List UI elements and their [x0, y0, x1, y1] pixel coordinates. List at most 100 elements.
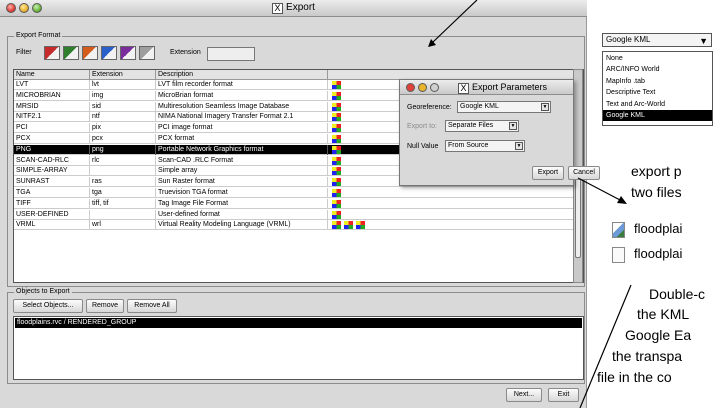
georeference-dropdown[interactable]: Google KML ▼ — [602, 33, 712, 47]
format-type-icon — [332, 178, 341, 187]
table-row[interactable]: USER-DEFINED User-defined format — [14, 209, 583, 220]
filter-swatch-icon[interactable] — [120, 46, 136, 60]
filter-swatch-icon[interactable] — [139, 46, 155, 60]
table-cell-ext: tga — [90, 188, 156, 198]
dropdown-option[interactable]: Google KML — [603, 110, 712, 121]
cancel-button[interactable]: Cancel — [568, 166, 600, 180]
format-type-icon — [344, 221, 353, 230]
table-cell-name: MICROBRIAN — [14, 90, 90, 101]
export-parameters-dialog: X Export Parameters Georeference: Google … — [399, 79, 600, 186]
table-row[interactable]: VRML wrl Virtual Reality Modeling Language… — [14, 220, 583, 231]
chevron-down-icon: ▼ — [515, 142, 523, 150]
format-type-icon — [332, 167, 341, 176]
scrollbar-thumb[interactable] — [575, 168, 581, 258]
table-row[interactable]: TIFF tiff, tif Tag Image File Format — [14, 198, 583, 209]
document-file-icon — [612, 247, 625, 263]
objects-list[interactable]: floodplains.rvc / RENDERED_GROUP — [13, 316, 584, 380]
dialog-minimize-button[interactable] — [418, 83, 427, 92]
window-title: X Export — [0, 2, 587, 14]
arrowhead-icon — [617, 196, 627, 204]
format-type-icon — [332, 221, 341, 230]
format-type-icon — [332, 189, 341, 197]
column-header-extension[interactable]: Extension — [90, 70, 156, 80]
table-cell-ext: lvt — [90, 80, 156, 90]
extension-input[interactable] — [207, 47, 255, 61]
select-objects-button[interactable]: Select Objects... — [13, 299, 83, 313]
column-header-name[interactable]: Name — [14, 70, 90, 80]
filter-swatch-icon[interactable] — [101, 46, 117, 60]
column-header-description[interactable]: Description — [156, 70, 328, 80]
table-cell-ext: wrl — [90, 220, 156, 231]
table-cell-name: TIFF — [14, 198, 90, 209]
table-cell-ext: pcx — [90, 134, 156, 144]
title-bar: X Export — [0, 0, 587, 17]
georeference-select[interactable]: Google KML ▼ — [457, 101, 551, 113]
annotation-text: two files — [631, 184, 682, 200]
table-cell-name: VRML — [14, 220, 90, 231]
table-cell-ext: sid — [90, 101, 156, 112]
annotation-text: export p — [631, 163, 682, 179]
dropdown-option[interactable]: Text and Arc-World — [603, 99, 712, 110]
dialog-title-bar: X Export Parameters — [400, 80, 573, 95]
table-cell-name: PCI — [14, 123, 90, 134]
format-type-icon — [332, 135, 341, 143]
format-type-icon — [332, 199, 341, 208]
format-type-icon — [332, 81, 341, 89]
objects-list-item[interactable]: floodplains.rvc / RENDERED_GROUP — [15, 318, 582, 328]
table-cell-desc: PCX format — [156, 134, 328, 144]
dropdown-option[interactable]: MapInfo .tab — [603, 76, 712, 87]
null-value-label: Null Value — [407, 143, 439, 150]
table-cell-ext: ras — [90, 177, 156, 188]
table-cell-name: PCX — [14, 134, 90, 144]
dialog-zoom-button[interactable] — [430, 83, 439, 92]
table-cell-ext — [90, 166, 156, 177]
table-cell-desc: Truevision TGA format — [156, 188, 328, 198]
table-row[interactable]: TGA tga Truevision TGA format — [14, 188, 583, 198]
table-cell-name: LVT — [14, 80, 90, 90]
export-to-select[interactable]: Separate Files ▼ — [445, 120, 519, 132]
table-cell-name: NITF2.1 — [14, 112, 90, 123]
dropdown-option[interactable]: ARC/INFO World — [603, 64, 712, 75]
filter-swatch-icon[interactable] — [63, 46, 79, 60]
table-cell-ext: png — [90, 144, 156, 155]
table-cell-ext: pix — [90, 123, 156, 134]
annotation-text: the KML — [637, 306, 690, 322]
pointer-arrow — [579, 284, 632, 408]
format-type-icon — [332, 145, 341, 154]
kml-file-icon — [612, 222, 625, 238]
export-button[interactable]: Export — [532, 166, 564, 180]
table-cell-desc: Simple array — [156, 166, 328, 177]
table-cell-desc: MicroBrian format — [156, 90, 328, 101]
table-cell-desc: Virtual Reality Modeling Language (VRML) — [156, 220, 328, 231]
format-type-icon — [332, 91, 341, 100]
format-type-icon — [356, 221, 365, 230]
extension-label: Extension — [170, 49, 201, 56]
filter-swatch-icon[interactable] — [44, 46, 60, 60]
table-cell-name: TGA — [14, 188, 90, 198]
dropdown-option[interactable]: Descriptive Text — [603, 87, 712, 98]
remove-button[interactable]: Remove — [86, 299, 124, 313]
exit-button[interactable]: Exit — [548, 388, 579, 402]
filter-swatch-icon[interactable] — [82, 46, 98, 60]
table-cell-ext: img — [90, 90, 156, 101]
georeference-label: Georeference: — [407, 104, 452, 111]
format-type-icon — [332, 124, 341, 133]
dialog-close-button[interactable] — [406, 83, 415, 92]
table-cell-name: MRSID — [14, 101, 90, 112]
table-cell-ext: rlc — [90, 155, 156, 166]
null-value-select[interactable]: From Source ▼ — [445, 140, 525, 152]
chevron-down-icon: ▼ — [699, 36, 708, 46]
dropdown-option[interactable]: None — [603, 53, 712, 64]
georeference-options-list[interactable]: None ARC/INFO World MapInfo .tab Descriptiv… — [602, 51, 713, 126]
table-cell-desc: LVT film recorder format — [156, 80, 328, 90]
table-cell-ext — [90, 209, 156, 220]
x11-icon: X — [272, 3, 284, 14]
remove-all-button[interactable]: Remove All — [127, 299, 177, 313]
table-cell-desc: PCI image format — [156, 123, 328, 134]
next-button[interactable]: Next... — [506, 388, 542, 402]
table-cell-desc: Portable Network Graphics format — [156, 144, 328, 155]
table-cell-name: USER-DEFINED — [14, 209, 90, 220]
format-type-icon — [332, 210, 341, 219]
table-cell-name: SUNRAST — [14, 177, 90, 188]
table-cell-ext: tiff, tif — [90, 198, 156, 209]
